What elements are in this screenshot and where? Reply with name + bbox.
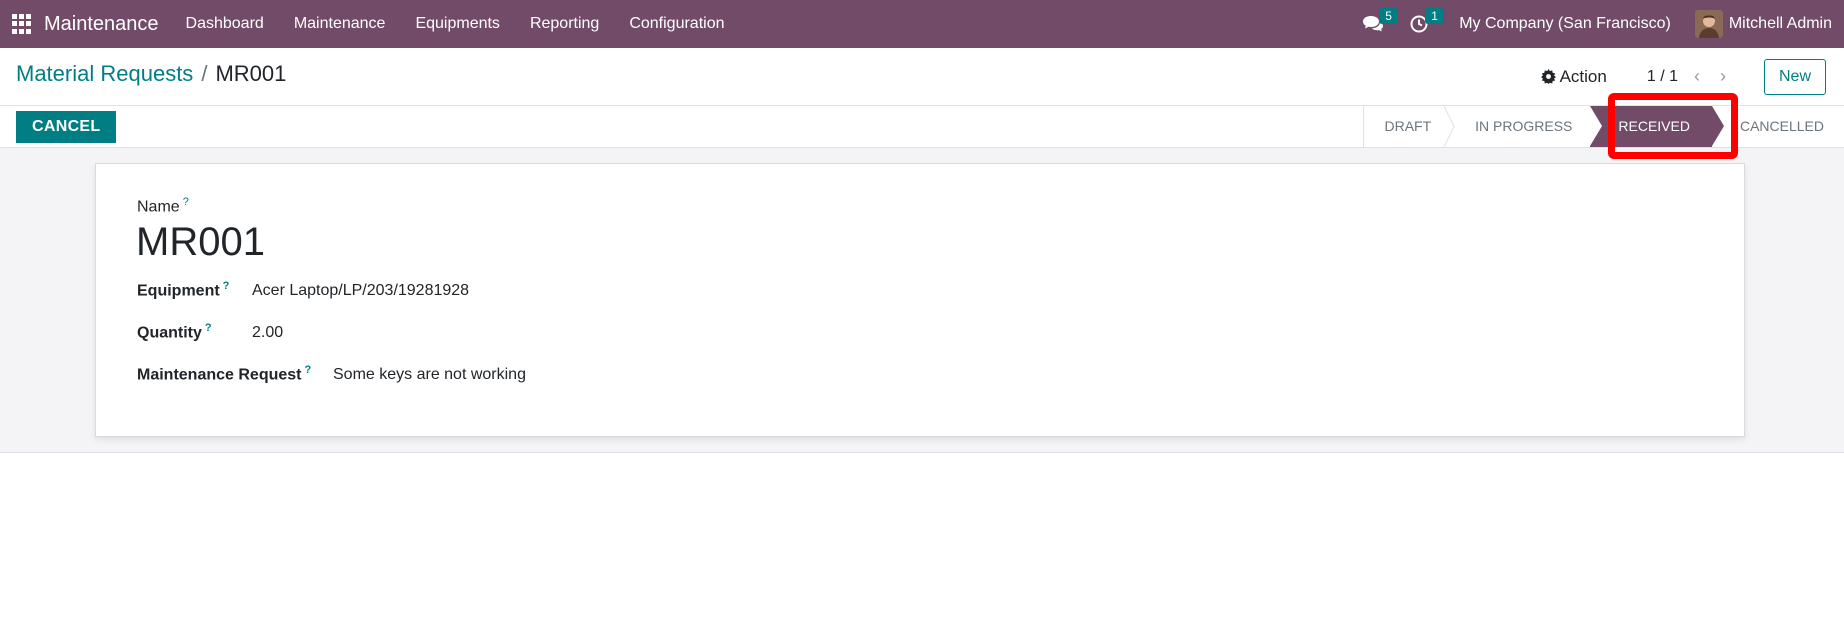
action-button[interactable]: Action — [1540, 66, 1607, 87]
breadcrumb-separator: / — [201, 61, 208, 86]
menu-reporting[interactable]: Reporting — [515, 0, 614, 48]
form-sheet: Name? MR001 Equipment? Acer Laptop/LP/20… — [95, 163, 1745, 437]
stage-cancelled[interactable]: CANCELLED — [1712, 106, 1844, 147]
quantity-field-value[interactable]: 2.00 — [252, 324, 283, 342]
name-help-icon[interactable]: ? — [183, 196, 189, 208]
pager-next-icon[interactable]: › — [1710, 66, 1736, 87]
maintenance-request-help-icon[interactable]: ? — [304, 364, 311, 376]
quantity-label-text: Quantity — [137, 324, 202, 342]
equipment-field-label: Equipment? — [137, 280, 252, 300]
name-field-label: Name? — [137, 196, 189, 216]
company-switcher[interactable]: My Company (San Francisco) — [1459, 15, 1671, 33]
maintenance-request-label-text: Maintenance Request — [137, 366, 302, 384]
messages-count-badge: 5 — [1379, 8, 1398, 24]
breadcrumb-material-requests[interactable]: Material Requests — [16, 61, 193, 87]
activities-count-badge: 1 — [1425, 8, 1444, 24]
form-view: Name? MR001 Equipment? Acer Laptop/LP/20… — [0, 148, 1844, 453]
equipment-help-icon[interactable]: ? — [223, 280, 230, 292]
control-panel-right: Action 1 / 1 ‹ › New — [1540, 48, 1844, 105]
equipment-row: Equipment? Acer Laptop/LP/203/19281928 — [137, 280, 469, 300]
name-label-text: Name — [137, 198, 180, 216]
pager-previous-icon[interactable]: ‹ — [1684, 66, 1710, 87]
quantity-row: Quantity? 2.00 — [137, 322, 283, 342]
top-navbar: Maintenance Dashboard Maintenance Equipm… — [0, 0, 1844, 48]
control-panel: Material Requests / MR001 Action 1 / 1 ‹… — [0, 48, 1844, 105]
pager-value[interactable]: 1 / 1 — [1647, 68, 1678, 86]
user-menu[interactable]: Mitchell Admin — [1694, 10, 1832, 38]
maintenance-request-row: Maintenance Request? Some keys are not w… — [137, 364, 526, 384]
breadcrumb-current: MR001 — [215, 61, 287, 86]
quantity-field-label: Quantity? — [137, 322, 252, 342]
gear-icon — [1540, 69, 1556, 84]
menu-equipments[interactable]: Equipments — [400, 0, 515, 48]
equipment-label-text: Equipment — [137, 282, 220, 300]
stage-pipeline: DRAFT IN PROGRESS RECEIVED CANCELLED — [1363, 106, 1844, 147]
user-name: Mitchell Admin — [1728, 15, 1832, 32]
app-name[interactable]: Maintenance — [44, 13, 159, 36]
breadcrumb: Material Requests / MR001 — [16, 61, 286, 87]
apps-grid-icon[interactable] — [12, 14, 32, 34]
stage-received[interactable]: RECEIVED — [1590, 106, 1724, 147]
messages-button[interactable]: 5 — [1355, 0, 1398, 48]
menu-configuration[interactable]: Configuration — [614, 0, 739, 48]
systray: 5 1 My Company (San Francisco) Mitchell … — [1345, 0, 1844, 48]
equipment-field-value[interactable]: Acer Laptop/LP/203/19281928 — [252, 282, 469, 300]
menu-dashboard[interactable]: Dashboard — [171, 0, 279, 48]
stage-in-progress[interactable]: IN PROGRESS — [1449, 106, 1590, 147]
activities-button[interactable]: 1 — [1401, 0, 1444, 48]
user-avatar — [1694, 10, 1723, 38]
name-field-value[interactable]: MR001 — [136, 220, 265, 265]
new-button[interactable]: New — [1763, 58, 1826, 95]
quantity-help-icon[interactable]: ? — [205, 322, 212, 334]
status-bar: CANCEL DRAFT IN PROGRESS RECEIVED CANCEL… — [0, 105, 1844, 148]
menu-maintenance[interactable]: Maintenance — [279, 0, 401, 48]
maintenance-request-field-label: Maintenance Request? — [137, 364, 333, 384]
cancel-button[interactable]: CANCEL — [16, 111, 117, 143]
stage-draft[interactable]: DRAFT — [1363, 106, 1449, 147]
maintenance-request-field-value[interactable]: Some keys are not working — [333, 366, 526, 384]
action-label: Action — [1559, 66, 1607, 86]
